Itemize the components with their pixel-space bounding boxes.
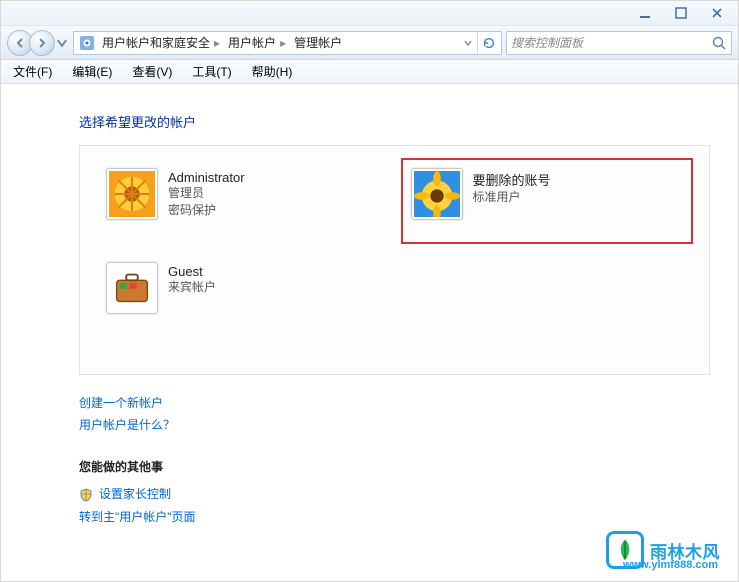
account-name: Administrator: [168, 170, 245, 185]
shield-icon: [79, 488, 93, 502]
account-text: 要删除的账号 标准用户: [473, 168, 551, 206]
account-text: Guest 来宾帐户: [168, 262, 216, 296]
account-name: Guest: [168, 264, 216, 279]
arrow-left-icon: [14, 37, 26, 49]
close-button[interactable]: [704, 4, 730, 22]
link-create-account[interactable]: 创建一个新帐户: [79, 393, 710, 415]
page-title: 选择希望更改的帐户: [79, 112, 710, 131]
account-role: 管理员: [168, 185, 245, 202]
refresh-button[interactable]: [477, 32, 499, 54]
flower-orange-icon: [109, 171, 155, 217]
suitcase-icon: [109, 265, 155, 311]
links-block: 创建一个新帐户 用户帐户是什么？: [79, 393, 710, 436]
avatar: [106, 168, 158, 220]
avatar: [411, 168, 463, 220]
avatar: [106, 262, 158, 314]
account-administrator[interactable]: Administrator 管理员 密码保护: [102, 164, 383, 238]
breadcrumb-label: 用户帐户: [228, 34, 276, 51]
account-grid: Administrator 管理员 密码保护: [102, 164, 687, 318]
breadcrumb-label: 管理帐户: [294, 34, 342, 51]
other-things-title: 您能做的其他事: [79, 458, 710, 475]
menu-tools[interactable]: 工具(T): [184, 61, 239, 82]
history-dropdown-button[interactable]: [55, 30, 69, 56]
window-titlebar: [1, 1, 738, 26]
minimize-button[interactable]: [632, 4, 658, 22]
chevron-down-icon: [55, 36, 69, 50]
control-panel-icon: [78, 34, 96, 52]
menu-edit[interactable]: 编辑(E): [64, 61, 120, 82]
link-parental-control[interactable]: 设置家长控制: [79, 483, 710, 506]
content-area: 选择希望更改的帐户 Administrato: [1, 84, 738, 581]
refresh-icon: [482, 36, 496, 50]
navigation-bar: 用户帐户和家庭安全 ▸ 用户帐户 ▸ 管理帐户: [1, 26, 738, 60]
link-goto-main-accounts[interactable]: 转到主"用户帐户"页面: [79, 506, 710, 529]
search-box[interactable]: [506, 31, 732, 55]
search-icon: [711, 35, 727, 51]
sunflower-icon: [414, 171, 460, 217]
breadcrumb-dropdown-button[interactable]: [459, 32, 477, 54]
search-input[interactable]: [511, 36, 711, 50]
forward-button[interactable]: [29, 30, 55, 56]
menu-bar: 文件(F) 编辑(E) 查看(V) 工具(T) 帮助(H): [1, 60, 738, 84]
menu-file[interactable]: 文件(F): [5, 61, 60, 82]
nav-buttons: [7, 30, 69, 56]
breadcrumb-seg-2[interactable]: 管理帐户: [290, 32, 346, 54]
menu-help[interactable]: 帮助(H): [244, 61, 301, 82]
chevron-down-icon: [463, 38, 473, 48]
chevron-right-icon: ▸: [280, 36, 286, 50]
maximize-icon: [675, 7, 687, 19]
arrow-right-icon: [36, 37, 48, 49]
account-panel: Administrator 管理员 密码保护: [79, 145, 710, 375]
account-name: 要删除的账号: [473, 170, 551, 189]
link-label: 转到主"用户帐户"页面: [79, 506, 196, 529]
account-text: Administrator 管理员 密码保护: [168, 168, 245, 220]
link-label: 设置家长控制: [99, 483, 171, 506]
minimize-icon: [639, 7, 651, 19]
account-guest[interactable]: Guest 来宾帐户: [102, 258, 383, 318]
watermark: 雨林木风 www.ylmf888.com: [606, 531, 720, 569]
breadcrumb-seg-0[interactable]: 用户帐户和家庭安全 ▸: [98, 32, 224, 54]
account-role: 标准用户: [473, 189, 551, 206]
link-whatis-account[interactable]: 用户帐户是什么？: [79, 415, 710, 437]
breadcrumb-label: 用户帐户和家庭安全: [102, 34, 210, 51]
account-to-delete[interactable]: 要删除的账号 标准用户: [407, 164, 688, 238]
breadcrumb-seg-1[interactable]: 用户帐户 ▸: [224, 32, 290, 54]
watermark-url: www.ylmf888.com: [623, 559, 718, 571]
account-role: 来宾帐户: [168, 279, 216, 296]
address-bar[interactable]: 用户帐户和家庭安全 ▸ 用户帐户 ▸ 管理帐户: [73, 31, 502, 55]
menu-view[interactable]: 查看(V): [124, 61, 180, 82]
chevron-right-icon: ▸: [214, 36, 220, 50]
maximize-button[interactable]: [668, 4, 694, 22]
close-icon: [711, 7, 723, 19]
account-extra: 密码保护: [168, 202, 245, 219]
other-things-section: 您能做的其他事 设置家长控制 转到主"用户帐户"页面: [79, 458, 710, 529]
